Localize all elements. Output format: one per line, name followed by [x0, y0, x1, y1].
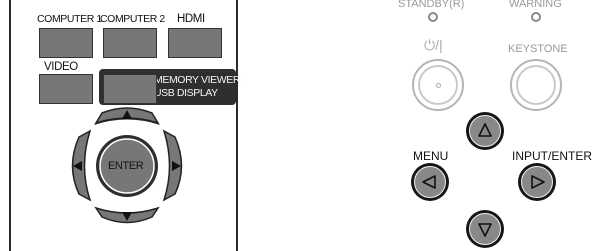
keystone-button[interactable]: [510, 59, 562, 111]
power-label: ⏻/|: [424, 37, 443, 53]
menu-label: MENU: [413, 149, 449, 163]
keystone-label: KEYSTONE: [508, 43, 568, 55]
power-button[interactable]: [412, 59, 464, 111]
input-enter-label: INPUT/ENTER: [512, 149, 592, 163]
standby-indicator: [428, 12, 438, 22]
projector-up-button[interactable]: [466, 112, 504, 150]
triangle-right-outline-icon: [531, 175, 545, 189]
projector-left-button[interactable]: [411, 163, 449, 201]
standby-label: STANDBY(R): [398, 0, 465, 10]
triangle-up-outline-icon: [478, 123, 492, 137]
warning-label: WARNING: [509, 0, 562, 10]
power-dot-icon: [435, 82, 441, 88]
warning-indicator: [531, 12, 541, 22]
projector-right-button[interactable]: [518, 163, 556, 201]
projector-down-button[interactable]: [466, 210, 504, 248]
projector-control-panel: STANDBY(R) WARNING ⏻/| KEYSTONE MENU INP…: [0, 0, 592, 251]
triangle-down-outline-icon: [478, 223, 492, 237]
triangle-left-outline-icon: [422, 175, 436, 189]
